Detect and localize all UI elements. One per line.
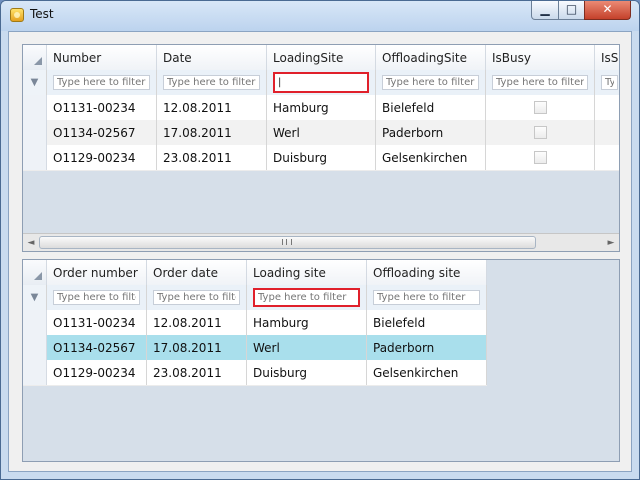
column-header-offloading-site[interactable]: OffloadingSite [376, 45, 486, 70]
maximize-button[interactable]: □ [558, 1, 585, 20]
top-grid-header-row: Number Date LoadingSite OffloadingSite I… [23, 45, 619, 71]
loading-site-cell[interactable]: Hamburg [247, 310, 367, 335]
loading-site-cell[interactable]: Duisburg [247, 360, 367, 385]
offloading-site-cell[interactable]: Paderborn [376, 120, 486, 145]
row-header[interactable] [23, 360, 47, 385]
loading-site-filter-input[interactable] [273, 72, 369, 93]
is-selected-filter-input[interactable] [601, 75, 618, 90]
loading-site-filter-input[interactable] [253, 288, 360, 307]
loading-site-filter-cell [267, 70, 376, 95]
bottom-grid-filter-row: ▼ [23, 285, 487, 311]
order-number-cell[interactable]: O1129-00234 [47, 360, 147, 385]
row-header[interactable] [23, 95, 47, 120]
offloading-site-cell[interactable]: Gelsenkirchen [376, 145, 486, 170]
order-number-cell[interactable]: O1131-00234 [47, 95, 157, 120]
test-window: Test ▁ □ ✕ Number Date LoadingSite Offlo… [0, 0, 640, 480]
select-all-corner[interactable] [23, 260, 47, 285]
date-cell[interactable]: 17.08.2011 [157, 120, 267, 145]
order-date-filter-cell [147, 285, 247, 310]
column-header-date[interactable]: Date [157, 45, 267, 70]
row-header[interactable] [23, 120, 47, 145]
bottom-grid-header-row: Order number Order date Loading site Off… [23, 260, 487, 286]
loading-site-cell[interactable]: Werl [267, 120, 376, 145]
window-content: Number Date LoadingSite OffloadingSite I… [8, 31, 632, 472]
order-date-cell[interactable]: 23.08.2011 [147, 360, 247, 385]
order-date-filter-input[interactable] [153, 290, 240, 305]
top-grid-filter-row: ▼ [23, 70, 619, 96]
column-header-order-date[interactable]: Order date [147, 260, 247, 285]
loading-site-cell[interactable]: Hamburg [267, 95, 376, 120]
app-icon [10, 8, 24, 22]
date-cell[interactable]: 23.08.2011 [157, 145, 267, 170]
number-filter-input[interactable] [53, 75, 150, 90]
loading-site-cell[interactable]: Werl [247, 335, 367, 360]
loading-site-cell[interactable]: Duisburg [267, 145, 376, 170]
scroll-grip-icon [282, 239, 292, 245]
column-header-order-number[interactable]: Order number [47, 260, 147, 285]
order-number-cell[interactable]: O1134-02567 [47, 120, 157, 145]
offloading-site-filter-input[interactable] [382, 75, 479, 90]
is-selected-cell[interactable] [595, 145, 619, 170]
order-number-cell[interactable]: O1134-02567 [47, 335, 147, 360]
table-row[interactable]: O1131-00234 12.08.2011 Hamburg Bielefeld [23, 95, 619, 121]
order-number-filter-input[interactable] [53, 290, 140, 305]
is-busy-checkbox[interactable] [533, 151, 547, 164]
table-row[interactable]: O1134-02567 17.08.2011 Werl Paderborn [23, 335, 487, 361]
horizontal-scrollbar[interactable]: ◄ ► [23, 233, 619, 251]
column-header-is-selected[interactable]: IsSel [595, 45, 619, 70]
select-all-corner[interactable] [23, 45, 47, 70]
column-header-number[interactable]: Number [47, 45, 157, 70]
bottom-grid-panel: Order number Order date Loading site Off… [22, 259, 620, 462]
is-busy-filter-cell [486, 70, 595, 95]
is-selected-filter-cell [595, 70, 619, 95]
is-busy-filter-input[interactable] [492, 75, 588, 90]
title-bar[interactable]: Test ▁ □ ✕ [1, 1, 639, 31]
offloading-site-filter-cell [376, 70, 486, 95]
window-title: Test [30, 7, 54, 21]
column-header-is-busy[interactable]: IsBusy [486, 45, 595, 70]
scroll-right-icon[interactable]: ► [604, 236, 618, 250]
row-header[interactable] [23, 145, 47, 170]
offloading-site-filter-cell [367, 285, 487, 310]
column-header-loading-site[interactable]: Loading site [247, 260, 367, 285]
is-busy-cell[interactable] [486, 120, 595, 145]
order-date-cell[interactable]: 12.08.2011 [147, 310, 247, 335]
table-row[interactable]: O1129-00234 23.08.2011 Duisburg Gelsenki… [23, 145, 619, 171]
table-row[interactable]: O1134-02567 17.08.2011 Werl Paderborn [23, 120, 619, 146]
is-busy-checkbox[interactable] [533, 101, 547, 114]
minimize-button[interactable]: ▁ [531, 1, 559, 20]
order-number-filter-cell [47, 285, 147, 310]
is-busy-checkbox[interactable] [533, 126, 547, 139]
order-number-cell[interactable]: O1131-00234 [47, 310, 147, 335]
offloading-site-cell[interactable]: Bielefeld [376, 95, 486, 120]
offloading-site-filter-input[interactable] [373, 290, 480, 305]
date-filter-cell [157, 70, 267, 95]
number-filter-cell [47, 70, 157, 95]
table-row[interactable]: O1129-00234 23.08.2011 Duisburg Gelsenki… [23, 360, 487, 386]
offloading-site-cell[interactable]: Paderborn [367, 335, 487, 360]
is-selected-cell[interactable] [595, 120, 619, 145]
table-row[interactable]: O1131-00234 12.08.2011 Hamburg Bielefeld [23, 310, 487, 336]
scroll-left-icon[interactable]: ◄ [24, 236, 38, 250]
offloading-site-cell[interactable]: Gelsenkirchen [367, 360, 487, 385]
order-date-cell[interactable]: 17.08.2011 [147, 335, 247, 360]
column-header-offloading-site[interactable]: Offloading site [367, 260, 487, 285]
is-selected-cell[interactable] [595, 95, 619, 120]
date-cell[interactable]: 12.08.2011 [157, 95, 267, 120]
filter-funnel-icon: ▼ [23, 285, 47, 310]
scroll-thumb[interactable] [39, 236, 536, 249]
offloading-site-cell[interactable]: Bielefeld [367, 310, 487, 335]
is-busy-cell[interactable] [486, 95, 595, 120]
order-number-cell[interactable]: O1129-00234 [47, 145, 157, 170]
column-header-loading-site[interactable]: LoadingSite [267, 45, 376, 70]
top-grid-panel: Number Date LoadingSite OffloadingSite I… [22, 44, 620, 252]
row-header[interactable] [23, 310, 47, 335]
filter-funnel-icon: ▼ [23, 70, 47, 95]
close-button[interactable]: ✕ [584, 1, 631, 20]
loading-site-filter-cell [247, 285, 367, 310]
row-header[interactable] [23, 335, 47, 360]
date-filter-input[interactable] [163, 75, 260, 90]
is-busy-cell[interactable] [486, 145, 595, 170]
